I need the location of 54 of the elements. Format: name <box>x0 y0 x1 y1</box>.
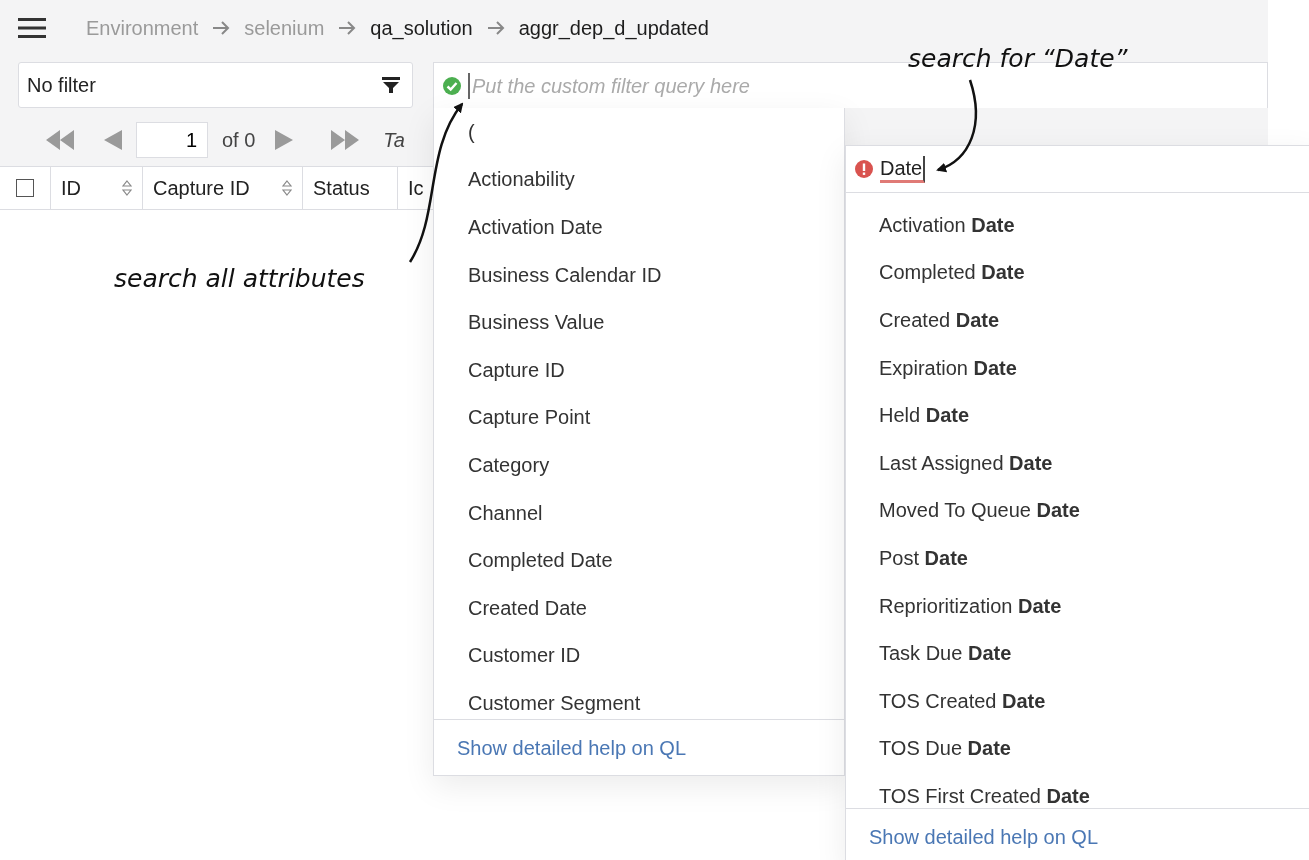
menu-item[interactable]: Business Calendar ID <box>434 250 844 299</box>
sort-icon[interactable] <box>282 180 292 196</box>
menu-item[interactable]: Created Date <box>846 296 1309 344</box>
menu-item[interactable]: Customer ID <box>434 631 844 680</box>
menu-item[interactable]: Moved To Queue Date <box>846 486 1309 535</box>
column-label: ID <box>61 176 81 201</box>
menu-item[interactable]: Customer Segment <box>434 679 844 719</box>
search-field[interactable]: Date <box>846 146 1309 193</box>
previous-page-icon[interactable] <box>104 130 122 150</box>
next-page-icon[interactable] <box>275 130 294 150</box>
menu-item[interactable]: TOS Created Date <box>846 676 1309 725</box>
menu-item[interactable]: Completed Date <box>846 248 1309 297</box>
menu-item[interactable]: Channel <box>434 488 844 537</box>
menu-item[interactable]: Last Assigned Date <box>846 438 1309 487</box>
menu-item[interactable]: Completed Date <box>434 536 844 584</box>
menu-item[interactable]: ( <box>434 108 844 156</box>
column-header[interactable]: ID <box>50 167 142 209</box>
menu-item[interactable]: Post Date <box>846 534 1309 582</box>
filter-icon <box>382 76 400 94</box>
page-field[interactable]: 1 <box>136 122 208 158</box>
menu-item[interactable]: TOS First Created Date <box>846 772 1309 808</box>
menu-item[interactable]: Actionability <box>434 155 844 204</box>
menu-item[interactable]: Capture Point <box>434 393 844 442</box>
last-page-icon[interactable] <box>331 130 360 150</box>
help-link[interactable]: Show detailed help on QL <box>869 821 1099 852</box>
page-count: of 0 <box>222 128 256 153</box>
breadcrumb-item[interactable]: aggr_dep_d_updated <box>518 12 709 43</box>
menu-item[interactable]: Activation Date <box>846 201 1309 249</box>
first-page-icon[interactable] <box>46 130 74 150</box>
menu-item[interactable]: Reprioritization Date <box>846 581 1309 630</box>
toolbar-label: Ta <box>383 128 405 153</box>
filter-dropdown[interactable]: No filter <box>18 62 413 108</box>
arrow-icon <box>338 19 357 36</box>
menu-item[interactable]: Held Date <box>846 391 1309 439</box>
menu-item[interactable]: Task Due Date <box>846 629 1309 677</box>
menu-item[interactable]: TOS Due Date <box>846 724 1309 773</box>
column-header[interactable]: Status <box>302 167 397 209</box>
breadcrumb-item[interactable]: qa_solution <box>370 12 473 43</box>
annotation-text: search all attributes <box>114 263 365 295</box>
menu-icon[interactable] <box>18 16 46 39</box>
menu-item[interactable]: Business Value <box>434 298 844 346</box>
menu-item[interactable]: Capture ID <box>434 345 844 394</box>
arrow-icon <box>212 19 231 36</box>
menu-item[interactable]: Category <box>434 441 844 489</box>
select-all-checkbox[interactable] <box>16 179 34 197</box>
arrow-icon <box>486 19 505 36</box>
menu-item[interactable]: Expiration Date <box>846 343 1309 392</box>
column-label: Capture ID <box>153 176 250 201</box>
help-link[interactable]: Show detailed help on QL <box>457 732 687 763</box>
column-header[interactable]: Capture ID <box>142 167 302 209</box>
filter-value: No filter <box>27 73 96 98</box>
menu-item[interactable]: Created Date <box>434 583 844 632</box>
sort-icon[interactable] <box>122 180 132 196</box>
menu-item[interactable]: Activation Date <box>434 203 844 251</box>
